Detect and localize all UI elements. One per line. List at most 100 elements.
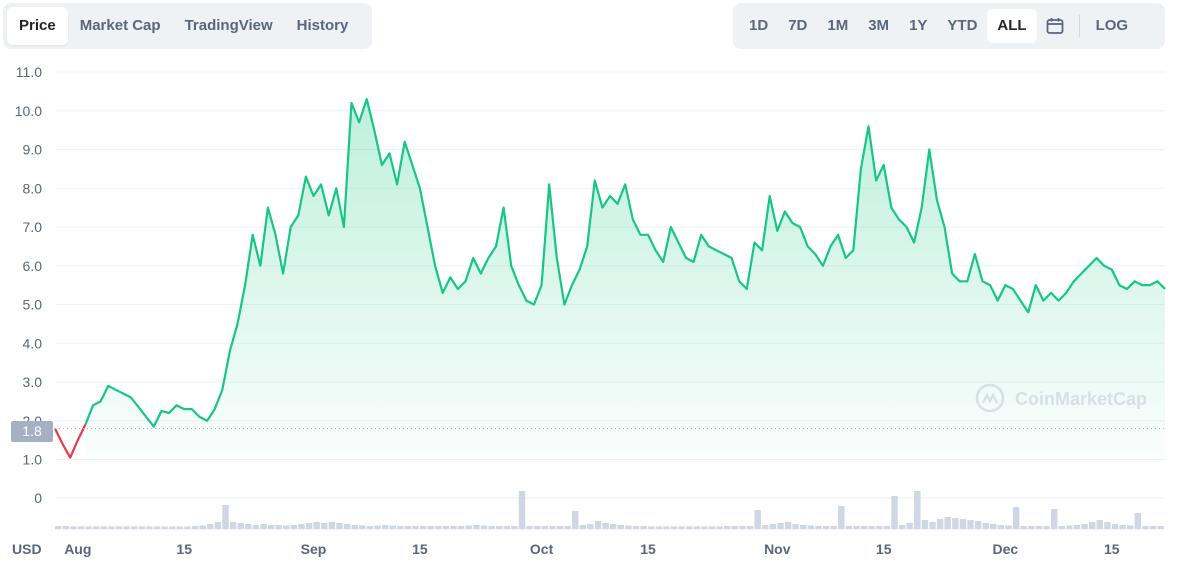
price-area [85, 99, 1165, 460]
volume-bar [1149, 526, 1157, 529]
volume-bar [275, 525, 282, 529]
volume-bar [724, 526, 731, 529]
volume-bar [1028, 526, 1035, 529]
volume-bar [366, 526, 374, 529]
volume-bar [739, 526, 746, 529]
volume-bar [146, 526, 153, 529]
range-all[interactable]: ALL [987, 9, 1037, 43]
volume-bar [534, 526, 541, 529]
volume-bar [625, 525, 632, 529]
volume-bar [131, 526, 138, 529]
volume-bar [1073, 525, 1081, 529]
volume-bar [906, 523, 913, 529]
x-tick-label: Dec [992, 541, 1018, 557]
volume-bar [222, 505, 229, 529]
volume-bars [55, 491, 1164, 529]
volume-bar [1043, 526, 1050, 529]
range-7d[interactable]: 7D [778, 9, 817, 43]
volume-bar [845, 526, 853, 529]
volume-bar [1127, 525, 1134, 529]
volume-bar [62, 526, 69, 529]
volume-bar [55, 526, 62, 529]
volume-bar [389, 525, 396, 529]
volume-bar [450, 526, 457, 529]
volume-bar [708, 526, 716, 529]
volume-bar [305, 523, 313, 529]
volume-bar [169, 526, 176, 529]
volume-bar [898, 525, 906, 529]
volume-bar [990, 524, 997, 529]
volume-bar [974, 521, 982, 529]
volume-bar [1005, 525, 1012, 529]
volume-bar [397, 526, 404, 529]
volume-bar [290, 525, 298, 529]
volume-bar [921, 520, 929, 529]
tab-history[interactable]: History [285, 7, 361, 45]
current-price-badge: 1.8 [11, 421, 53, 442]
volume-bar [1035, 526, 1043, 529]
calendar-icon[interactable] [1037, 9, 1073, 43]
volume-bar [617, 525, 624, 529]
volume-bar [419, 526, 427, 529]
volume-bar [769, 524, 777, 529]
price-chart[interactable]: 11.010.09.08.07.06.05.04.03.02.01.00 1.8… [0, 55, 1182, 565]
volume-bar [602, 523, 609, 529]
range-3m[interactable]: 3M [858, 9, 899, 43]
y-tick-label: 1.0 [23, 452, 43, 468]
price-area-fill [85, 99, 1165, 460]
volume-bar [298, 524, 305, 529]
volume-bar [959, 519, 967, 529]
volume-bar [784, 522, 792, 529]
volume-bar [944, 517, 951, 529]
log-scale-toggle[interactable]: LOG [1086, 9, 1139, 43]
volume-bar [929, 522, 936, 529]
tab-market-cap[interactable]: Market Cap [68, 7, 173, 45]
volume-bar [762, 525, 769, 529]
volume-bar [245, 524, 252, 529]
volume-bar [777, 523, 784, 529]
y-tick-label: 9.0 [23, 142, 43, 158]
volume-bar [541, 526, 548, 529]
volume-bar [807, 525, 815, 529]
volume-bar [1119, 525, 1126, 529]
y-tick-label: 7.0 [23, 219, 43, 235]
y-tick-label: 10.0 [15, 103, 42, 119]
volume-bar [473, 525, 480, 529]
volume-bar [746, 526, 754, 529]
volume-bar [838, 506, 845, 529]
x-tick-label: Aug [64, 541, 91, 557]
volume-bar [267, 525, 275, 529]
range-ytd[interactable]: YTD [937, 9, 987, 43]
range-1m[interactable]: 1M [817, 9, 858, 43]
volume-bar [161, 526, 168, 529]
volume-bar [997, 525, 1005, 529]
tab-price[interactable]: Price [7, 7, 68, 45]
volume-bar [184, 526, 191, 529]
volume-bar [579, 525, 586, 529]
volume-bar [526, 526, 533, 529]
volume-bar [1111, 524, 1119, 529]
volume-bar [556, 526, 564, 529]
volume-bar [343, 524, 351, 529]
volume-bar [1066, 525, 1073, 529]
volume-bar [868, 526, 875, 529]
volume-bar [670, 526, 678, 529]
volume-bar [549, 526, 556, 529]
volume-bar [731, 526, 738, 529]
volume-bar [587, 524, 594, 529]
range-1y[interactable]: 1Y [899, 9, 937, 43]
volume-bar [214, 522, 222, 529]
tab-tradingview[interactable]: TradingView [173, 7, 285, 45]
volume-bar [1081, 524, 1088, 529]
volume-bar [153, 526, 161, 529]
x-tick-label: 15 [412, 541, 428, 557]
volume-bar [1142, 526, 1149, 529]
volume-bar [108, 526, 115, 529]
range-1d[interactable]: 1D [739, 9, 778, 43]
volume-bar [427, 526, 434, 529]
volume-bar [176, 526, 183, 529]
volume-bar [488, 526, 495, 529]
volume-bar [800, 525, 807, 529]
volume-bar [237, 523, 244, 529]
volume-bar [891, 496, 898, 529]
